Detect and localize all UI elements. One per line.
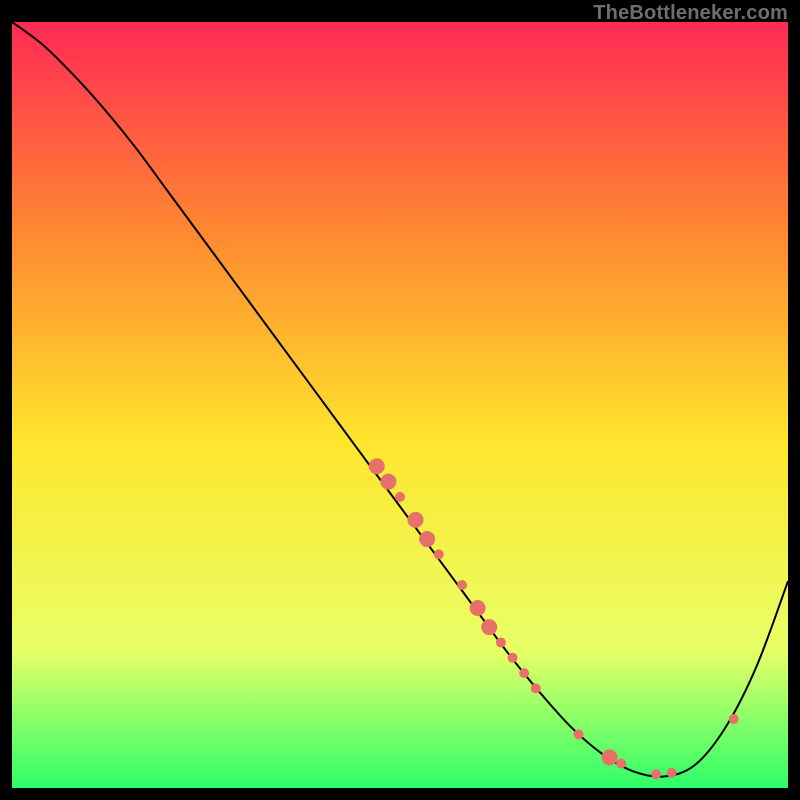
highlight-dot (496, 637, 506, 647)
highlight-dot (519, 668, 529, 678)
highlight-dot (408, 512, 424, 528)
highlight-dot (419, 531, 435, 547)
highlight-dot (651, 769, 661, 779)
highlight-dot (531, 683, 541, 693)
highlight-dot (380, 474, 396, 490)
bottleneck-chart (12, 22, 788, 788)
chart-frame (12, 22, 788, 788)
highlight-dot (434, 549, 444, 559)
highlight-dot (602, 749, 618, 765)
highlight-dot (729, 714, 739, 724)
highlight-dot (395, 492, 405, 502)
highlight-dot (457, 580, 467, 590)
highlight-dot (481, 619, 497, 635)
highlight-dot (508, 653, 518, 663)
highlight-dot (616, 758, 626, 768)
highlight-dot (369, 458, 385, 474)
highlight-dot (667, 768, 677, 778)
highlight-dot (470, 600, 486, 616)
highlight-dot (573, 729, 583, 739)
